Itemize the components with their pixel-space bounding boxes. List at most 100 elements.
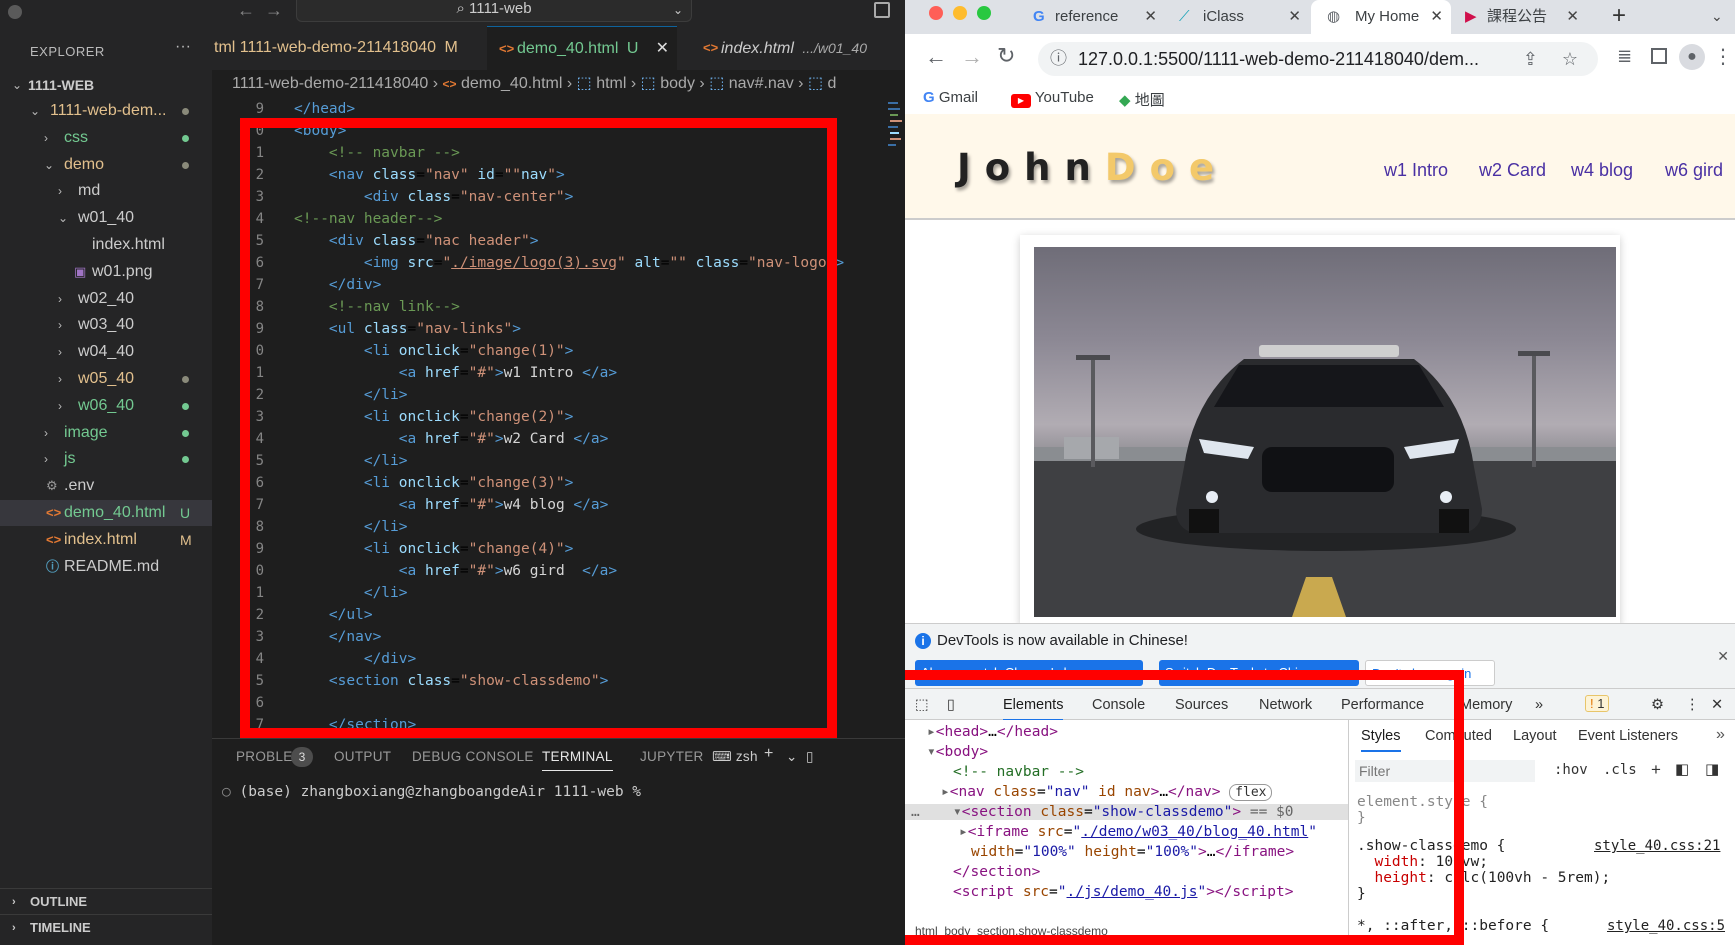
forward-icon[interactable]: → — [961, 44, 983, 70]
tree-item[interactable]: ⌄ demo — [0, 152, 212, 178]
dom-node-body[interactable]: ▾<body> — [927, 744, 988, 760]
new-style-rule-icon[interactable]: + — [1651, 760, 1661, 780]
more-tabs-icon[interactable]: » — [1716, 726, 1725, 744]
bookmark-youtube[interactable]: ▶ YouTube — [1011, 89, 1094, 108]
site-info-icon[interactable]: ⓘ — [1050, 42, 1067, 76]
class-toggle[interactable]: .cls — [1603, 762, 1637, 778]
tree-item[interactable]: ▣ w01.png — [0, 259, 212, 285]
tree-item[interactable]: <> index.html M — [0, 527, 212, 553]
history-nav-arrows[interactable]: ←→ — [237, 0, 293, 21]
maximize-window-icon[interactable] — [977, 6, 991, 20]
close-tab-icon[interactable]: ✕ — [1288, 0, 1301, 34]
dom-breadcrumb-path[interactable]: html body section.show-classdemo — [915, 924, 1108, 938]
back-icon[interactable]: ← — [925, 44, 947, 70]
bookmark-maps[interactable]: ◆ 地圖 — [1119, 89, 1165, 110]
styles-tab-event-listeners[interactable]: Event Listeners — [1578, 728, 1678, 744]
tree-item[interactable]: › w04_40 — [0, 339, 212, 365]
customize-kebab-icon[interactable]: ⋮ — [1685, 697, 1700, 713]
nav-link-w4-blog[interactable]: w4 blog — [1571, 160, 1633, 181]
menu-kebab-icon[interactable]: ⋮ — [1713, 44, 1733, 69]
hover-state-toggle[interactable]: :hov — [1554, 762, 1588, 778]
dom-node-section-selected[interactable]: … ▾<section class="show-classdemo"> == $0 — [905, 804, 1348, 820]
styles-tab-computed[interactable]: Computed — [1425, 728, 1492, 744]
inspect-element-icon[interactable]: ⬚ — [915, 697, 929, 713]
devtools-tab-network[interactable]: Network — [1259, 697, 1312, 713]
panel-tab-debug-console[interactable]: DEBUG CONSOLE — [412, 749, 534, 764]
pseudo-element-rule[interactable]: *, ::after, ::before { — [1357, 918, 1549, 934]
code-editor[interactable]: 9 </head> 0 <body> 1 <!-- navbar --> 2 <nav c… — [212, 98, 890, 728]
breadcrumb-item[interactable]: nav#.nav — [729, 75, 794, 92]
site-logo[interactable]: JohnDoe — [957, 146, 1228, 189]
tree-item[interactable]: › w06_40 — [0, 393, 212, 419]
devtools-tab-elements[interactable]: Elements — [1003, 697, 1064, 721]
warnings-badge[interactable]: ! 1 — [1585, 695, 1610, 712]
stylesheet-link[interactable]: style_40.css:21 — [1594, 838, 1720, 854]
element-style-rule[interactable]: element.style { } — [1357, 794, 1488, 826]
minimize-window-icon[interactable] — [953, 6, 967, 20]
tree-item[interactable]: ⚙ .env — [0, 473, 212, 499]
minimap[interactable] — [886, 98, 904, 158]
tree-item[interactable]: ⌄ w01_40 — [0, 205, 212, 231]
devtools-tab-sources[interactable]: Sources — [1175, 697, 1228, 713]
chevron-down-icon[interactable]: ⌄ — [786, 749, 798, 765]
dom-node-iframe-attrs[interactable]: width="100%" height="100%">…</iframe> — [971, 844, 1294, 860]
toggle-layout-icon[interactable] — [874, 2, 890, 18]
dom-node-iframe[interactable]: ▸<iframe src="./demo/w03_40/blog_40.html… — [959, 824, 1317, 840]
show-classdemo-rule[interactable]: .show-classdemo { width: 100vw; height: … — [1357, 838, 1610, 902]
terminal-shell-selector[interactable]: ⌨ zsh — [712, 749, 758, 765]
panel-tab-output[interactable]: OUTPUT — [334, 749, 391, 764]
browser-tab-iclass[interactable]: ⟋ iClass ✕ — [1169, 0, 1309, 34]
more-tabs-icon[interactable]: » — [1535, 697, 1543, 713]
styles-filter-input[interactable] — [1355, 760, 1535, 782]
side-panel-icon[interactable] — [1651, 48, 1667, 64]
dom-node-head[interactable]: ▸<head>…</head> — [927, 724, 1058, 740]
dom-node-nav[interactable]: ▸<nav class="nav" id nav>…</nav> flex — [941, 784, 1273, 801]
browser-tab-reference[interactable]: G reference ✕ — [1025, 0, 1165, 34]
command-center-search[interactable]: ⌕ 1111-web ⌄ — [296, 0, 692, 22]
match-language-button[interactable]: Always match Chrome's language — [915, 660, 1143, 686]
tree-item[interactable]: ⌄ 1111-web-dem... — [0, 98, 212, 124]
reading-list-icon[interactable]: ≣ — [1617, 46, 1632, 67]
share-icon[interactable]: ⇪ — [1523, 42, 1538, 76]
profile-avatar[interactable]: ● — [1679, 44, 1705, 70]
reload-icon[interactable]: ↻ — [997, 43, 1015, 69]
tree-item[interactable]: › w02_40 — [0, 286, 212, 312]
tree-item[interactable]: › image — [0, 420, 212, 446]
tree-item[interactable]: › w05_40 — [0, 366, 212, 392]
devtools-tab-memory[interactable]: Memory — [1460, 697, 1512, 713]
devtools-tab-console[interactable]: Console — [1092, 697, 1145, 713]
tree-item[interactable]: › md — [0, 178, 212, 204]
close-icon[interactable]: ✕ — [656, 27, 669, 71]
nav-link-w1-intro[interactable]: w1 Intro — [1384, 160, 1448, 181]
close-tab-icon[interactable]: ✕ — [1566, 0, 1579, 34]
device-toolbar-icon[interactable]: ▯ — [947, 697, 955, 713]
panel-tab-jupyter[interactable]: JUPYTER — [640, 749, 704, 764]
styles-tab-styles[interactable]: Styles — [1361, 728, 1401, 752]
address-bar[interactable]: ⓘ 127.0.0.1:5500/1111-web-demo-211418040… — [1038, 42, 1598, 76]
browser-tab-announcements[interactable]: ▶ 課程公告 ✕ — [1455, 0, 1587, 34]
flex-badge[interactable]: flex — [1229, 784, 1273, 801]
tab-demo-40-html[interactable]: <> demo_40.html U ✕ — [487, 26, 677, 70]
chevron-down-icon[interactable]: ⌄ — [673, 1, 683, 19]
tree-item[interactable]: › css — [0, 125, 212, 151]
settings-gear-icon[interactable]: ⚙ — [1651, 697, 1664, 713]
dom-node-comment[interactable]: <!-- navbar --> — [953, 764, 1084, 780]
stylesheet-link[interactable]: style_40.css:5 — [1607, 918, 1725, 934]
tree-item[interactable]: index.html — [0, 232, 212, 258]
tree-item[interactable]: ⓘ README.md — [0, 554, 212, 580]
dom-node-script[interactable]: <script src="./js/demo_40.js"></script> — [953, 884, 1294, 900]
terminal-prompt[interactable]: ○ (base) zhangboxiang@zhangboangdeAir 11… — [222, 784, 641, 800]
close-window-icon[interactable] — [929, 6, 943, 20]
devtools-tab-performance[interactable]: Performance — [1341, 697, 1424, 713]
panel-tab-terminal[interactable]: TERMINAL — [542, 749, 613, 771]
tree-item[interactable]: › js — [0, 446, 212, 472]
paint-icon[interactable]: ◧ — [1675, 760, 1689, 778]
tab-search-icon[interactable]: ⌄ — [1711, 8, 1723, 25]
breadcrumb-item[interactable]: demo_40.html — [461, 75, 562, 92]
breadcrumb-item[interactable]: html — [596, 75, 626, 92]
split-panel-icon[interactable]: ▯ — [806, 749, 814, 765]
close-icon[interactable]: ✕ — [1717, 648, 1729, 665]
toggle-sidebar-icon[interactable]: ◨ — [1705, 760, 1719, 778]
new-tab-icon[interactable]: + — [1612, 2, 1626, 30]
more-actions-icon[interactable]: ··· — [175, 38, 191, 56]
